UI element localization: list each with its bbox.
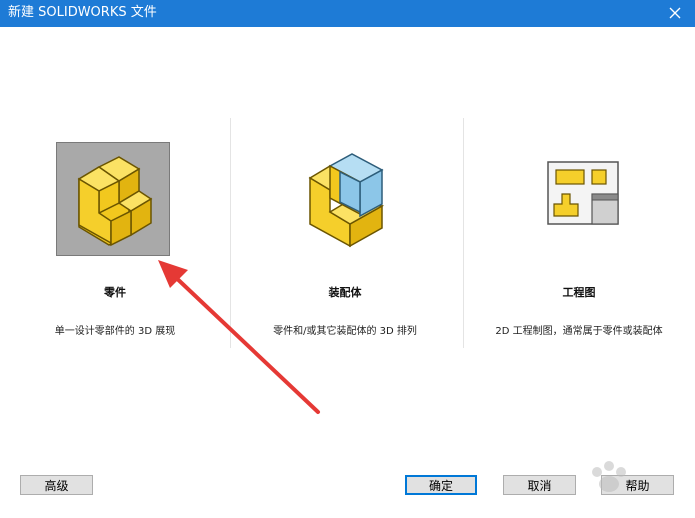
assembly-tile[interactable]: [288, 142, 402, 256]
part-icon: [77, 156, 153, 247]
template-assembly[interactable]: 装配体 零件和/或其它装配体的 3D 排列: [230, 118, 460, 348]
close-icon: [669, 7, 681, 19]
template-title: 装配体: [328, 286, 362, 299]
window-title: 新建 SOLIDWORKS 文件: [8, 5, 157, 20]
template-title: 零件: [104, 286, 126, 299]
template-title: 工程图: [562, 286, 596, 299]
template-description: 单一设计零部件的 3D 展现: [54, 326, 176, 337]
template-part[interactable]: 零件 单一设计零部件的 3D 展现: [0, 118, 230, 348]
advanced-button[interactable]: 高级: [20, 475, 93, 495]
template-drawing[interactable]: 工程图 2D 工程制图，通常属于零件或装配体: [464, 118, 694, 348]
close-button[interactable]: [655, 0, 695, 27]
watermark-logo: [592, 461, 626, 492]
ok-button[interactable]: 确定: [405, 475, 477, 495]
part-tile[interactable]: [56, 142, 170, 256]
template-description: 零件和/或其它装配体的 3D 排列: [273, 326, 417, 337]
template-description: 2D 工程制图，通常属于零件或装配体: [495, 326, 663, 337]
drawing-tile[interactable]: [522, 142, 636, 256]
assembly-icon: [308, 153, 385, 248]
drawing-icon: [547, 161, 619, 225]
title-bar: 新建 SOLIDWORKS 文件: [0, 0, 695, 27]
